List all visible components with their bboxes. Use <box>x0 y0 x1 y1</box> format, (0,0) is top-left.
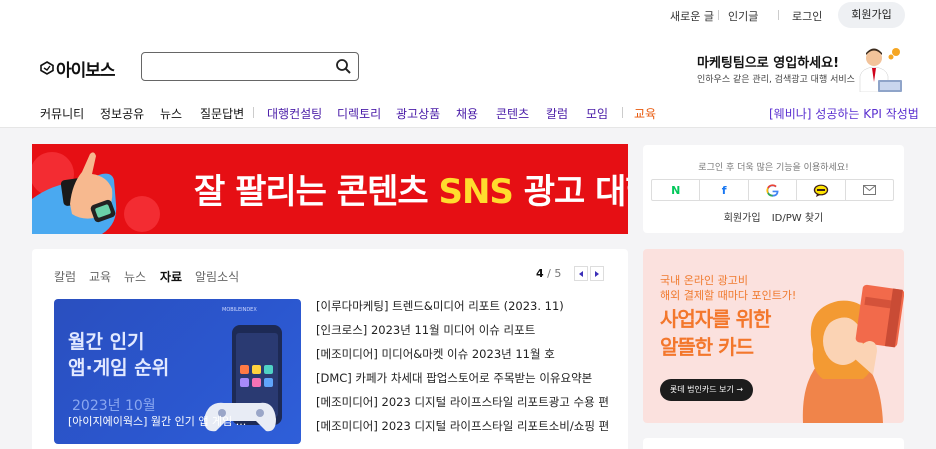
join-button[interactable]: 회원가입 <box>838 2 905 28</box>
content-card: 칼럼 교육 뉴스 자료 알림소식 4 / 5 MOBILEINDEX 월간 인기… <box>32 249 628 449</box>
tab-column[interactable]: 칼럼 <box>54 268 76 285</box>
promo-subtitle: 인하우스 같은 관리, 검색광고 대행 서비스 <box>697 75 855 85</box>
thumb-date: 2023년 10월 <box>72 398 156 414</box>
ad-title: 사업자를 위한알뜰한 카드 <box>660 305 771 361</box>
nav-item-agency[interactable]: 대행컨설팅 <box>267 105 322 122</box>
facebook-login-button[interactable]: f <box>700 180 749 200</box>
page-total: 5 <box>554 267 562 280</box>
search-icon[interactable] <box>335 58 352 75</box>
find-id-pw-link[interactable]: ID/PW 찾기 <box>772 213 824 224</box>
nav-item-column[interactable]: 칼럼 <box>546 105 568 122</box>
banner-text-main: 잘 팔리는 콘텐츠 <box>194 172 439 212</box>
google-login-button[interactable] <box>749 180 798 200</box>
nav-item-contents[interactable]: 콘텐츠 <box>496 105 529 122</box>
popular-link[interactable]: 인기글 <box>728 8 758 24</box>
list-item[interactable]: [DMC] 카페가 차세대 팝업스토어로 주목받는 이유요약본 <box>316 370 616 394</box>
lotte-card-button[interactable]: 롯데 법인카드 보기 → <box>660 379 753 401</box>
nav-item-ad-products[interactable]: 광고상품 <box>396 105 440 122</box>
login-links: 회원가입 ID/PW 찾기 <box>643 209 904 224</box>
kakao-icon <box>813 184 829 197</box>
thumb-brand: MOBILEINDEX <box>222 307 257 313</box>
featured-thumbnail[interactable]: MOBILEINDEX 월간 인기 앱·게임 순위 2023년 10월 [아이지… <box>54 299 301 444</box>
list-item[interactable]: [이루다마케팅] 트렌드&미디어 리포트 (2023. 11) <box>316 298 616 322</box>
site-header: 아이보스 마케팅팀으로 영입하세요! 인하우스 같은 관리, 검색광고 대행 서… <box>0 30 936 128</box>
list-item[interactable]: [인크로스] 2023년 11월 미디어 이슈 리포트 <box>316 322 616 346</box>
side-box <box>643 438 904 449</box>
news-list: [이루다마케팅] 트렌드&미디어 리포트 (2023. 11) [인크로스] 2… <box>316 298 616 442</box>
utility-bar: 새로운 글 인기글 로그인 회원가입 <box>0 0 936 30</box>
ad-subtitle-line2: 해외 결제할 때마다 포인트가! <box>660 289 797 302</box>
login-message: 로그인 후 더욱 많은 기능을 이용하세요! <box>698 163 849 173</box>
list-item[interactable]: [메조미디어] 2023 디지털 라이프스타일 리포트광고 수용 편 <box>316 394 616 418</box>
divider <box>718 10 719 20</box>
social-login-bar: N f <box>651 179 894 201</box>
hand-watch-illustration-icon <box>32 152 160 234</box>
thumb-title-line1: 월간 인기 <box>68 331 145 353</box>
next-page-button[interactable] <box>590 266 604 281</box>
main-banner[interactable]: 잘 팔리는 콘텐츠 SNS 광고 대행 <box>32 144 628 234</box>
chevron-left-icon <box>579 270 583 277</box>
ad-title-line1: 사업자를 위한 <box>660 307 771 331</box>
divider <box>778 10 779 20</box>
google-icon <box>766 183 779 197</box>
banner-text: 잘 팔리는 콘텐츠 SNS 광고 대행 <box>194 164 628 213</box>
logo-text: 아이보스 <box>56 60 116 81</box>
page-sep: / <box>543 267 555 280</box>
naver-login-button[interactable]: N <box>652 180 701 200</box>
ad-title-line2: 알뜰한 카드 <box>660 335 754 359</box>
marketer-illustration-icon <box>859 48 902 92</box>
webinar-link[interactable]: [웨비나] 성공하는 KPI 작성법 <box>769 105 919 122</box>
nav-item-community[interactable]: 커뮤니티 <box>40 105 84 122</box>
promo-title[interactable]: 마케팅팀으로 영입하세요! <box>697 52 839 71</box>
nav-item-qna[interactable]: 질문답변 <box>200 105 244 122</box>
new-posts-link[interactable]: 새로운 글 <box>670 8 714 24</box>
kakao-login-button[interactable] <box>797 180 846 200</box>
nav-item-jobs[interactable]: 채용 <box>456 105 478 122</box>
login-link[interactable]: 로그인 <box>792 8 822 24</box>
woman-card-illustration-icon <box>802 284 904 423</box>
list-item[interactable]: [메조미디어] 미디어&마켓 이슈 2023년 11월 호 <box>316 346 616 370</box>
tab-announcements[interactable]: 알림소식 <box>195 268 239 285</box>
search-box <box>141 52 359 81</box>
facebook-icon: f <box>721 183 727 197</box>
banner-text-sns: SNS <box>438 172 513 212</box>
tab-news[interactable]: 뉴스 <box>124 268 146 285</box>
nav-item-info-share[interactable]: 정보공유 <box>100 105 144 122</box>
mail-icon <box>862 185 876 195</box>
list-item[interactable]: [메조미디어] 2023 디지털 라이프스타일 리포트소비/쇼핑 편 <box>316 418 616 442</box>
page-current: 4 <box>536 267 544 280</box>
nav-item-education[interactable]: 교육 <box>634 105 656 122</box>
email-login-button[interactable] <box>846 180 893 200</box>
nav-item-meetup[interactable]: 모임 <box>586 105 608 122</box>
join-link[interactable]: 회원가입 <box>724 213 761 224</box>
tab-education[interactable]: 교육 <box>89 268 111 285</box>
page-indicator: 4 / 5 <box>536 267 561 280</box>
banner-text-end: 광고 대행 <box>523 172 628 212</box>
thumb-caption: [아이지에이웍스] 월간 인기 앱 게임 ... <box>68 415 247 428</box>
side-ad-banner[interactable]: 국내 온라인 광고비해외 결제할 때마다 포인트가! 사업자를 위한알뜰한 카드… <box>643 249 904 423</box>
nav-divider <box>253 107 254 118</box>
login-box: 로그인 후 더욱 많은 기능을 이용하세요! N f 회원가입 ID/PW 찾기 <box>643 145 904 233</box>
chevron-right-icon <box>595 270 599 277</box>
tab-materials[interactable]: 자료 <box>160 268 182 285</box>
nav-item-directory[interactable]: 디렉토리 <box>337 105 381 122</box>
site-logo[interactable]: 아이보스 <box>40 58 116 81</box>
nav-divider <box>622 107 623 118</box>
nav-item-news[interactable]: 뉴스 <box>160 105 182 122</box>
thumb-title-line2: 앱·게임 순위 <box>68 357 170 379</box>
search-input[interactable] <box>150 53 330 80</box>
prev-page-button[interactable] <box>574 266 588 281</box>
naver-icon: N <box>671 183 681 197</box>
logo-icon <box>40 61 54 75</box>
ad-subtitle-line1: 국내 온라인 광고비 <box>660 274 748 287</box>
ad-subtitle: 국내 온라인 광고비해외 결제할 때마다 포인트가! <box>660 273 796 303</box>
